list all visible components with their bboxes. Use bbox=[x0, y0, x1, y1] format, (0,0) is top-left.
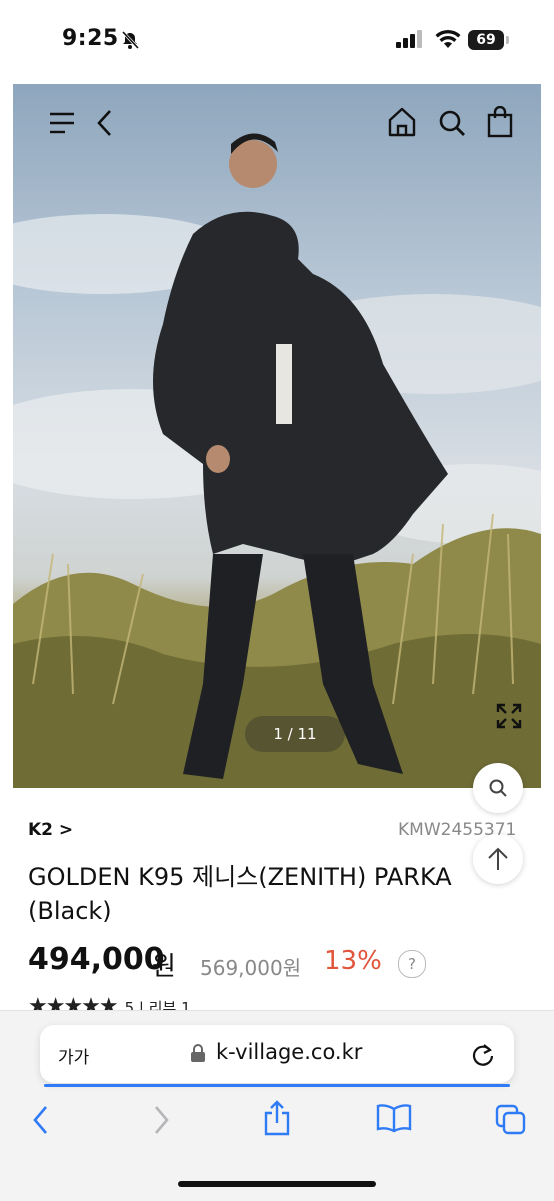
original-price: 569,000원 bbox=[200, 956, 302, 980]
magnifier-icon bbox=[489, 779, 507, 797]
expand-icon[interactable] bbox=[495, 702, 523, 730]
hero-header bbox=[13, 84, 541, 162]
page-load-progress bbox=[44, 1084, 510, 1087]
sale-price: 494,000 bbox=[28, 942, 165, 977]
browser-back-icon[interactable] bbox=[30, 1103, 52, 1137]
text-size-button[interactable]: 가가 bbox=[58, 1043, 89, 1068]
browser-toolbar bbox=[0, 1100, 554, 1143]
wifi-icon bbox=[435, 29, 461, 48]
share-icon[interactable] bbox=[262, 1099, 292, 1137]
currency-label: 원 bbox=[152, 952, 176, 982]
lock-icon bbox=[191, 1044, 205, 1062]
product-photo bbox=[13, 133, 541, 788]
status-time: 9:25 bbox=[62, 26, 119, 51]
zoom-button[interactable] bbox=[473, 763, 523, 813]
battery-indicator: 69 bbox=[468, 30, 504, 50]
reload-icon[interactable] bbox=[470, 1041, 496, 1067]
product-code: KMW2455371 bbox=[398, 820, 517, 840]
address-bar[interactable]: 가가 k-village.co.kr bbox=[40, 1025, 514, 1087]
url-text: k-village.co.kr bbox=[216, 1040, 363, 1064]
silent-bell-icon bbox=[121, 30, 140, 50]
status-bar: 9:25 69 bbox=[0, 0, 554, 82]
brand-link[interactable]: K2 > bbox=[28, 820, 73, 840]
browser-forward-icon[interactable] bbox=[150, 1103, 172, 1137]
product-title: GOLDEN K95 제니스(ZENITH) PARKA (Black) bbox=[28, 863, 452, 925]
image-counter: 1 / 11 bbox=[245, 716, 345, 752]
tabs-icon[interactable] bbox=[494, 1103, 528, 1137]
back-icon[interactable] bbox=[95, 108, 115, 138]
product-image-gallery[interactable]: 1 / 11 bbox=[13, 84, 541, 788]
discount-rate: 13% bbox=[324, 946, 382, 976]
home-icon[interactable] bbox=[387, 106, 417, 138]
menu-icon[interactable] bbox=[47, 108, 77, 138]
price-help-button[interactable]: ? bbox=[398, 950, 426, 978]
home-indicator bbox=[178, 1181, 376, 1187]
cellular-signal-icon bbox=[396, 30, 422, 48]
battery-tip bbox=[506, 36, 509, 44]
search-icon[interactable] bbox=[437, 108, 467, 138]
shopping-bag-icon[interactable] bbox=[487, 106, 513, 138]
price-row: 494,000 원 569,000원 13% ? bbox=[28, 942, 548, 982]
bookmarks-icon[interactable] bbox=[376, 1103, 412, 1133]
browser-chrome: 가가 k-village.co.kr bbox=[0, 1010, 554, 1201]
